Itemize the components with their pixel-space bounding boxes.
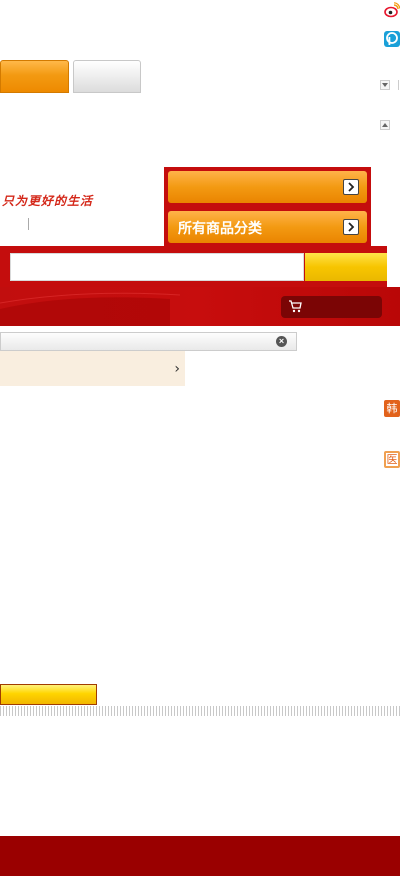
pengyou-icon[interactable] <box>384 30 400 48</box>
weibo-icon[interactable] <box>384 2 400 18</box>
dropdown-header: × <box>0 332 297 351</box>
scroll-up-icon[interactable] <box>380 120 390 130</box>
cart-button[interactable] <box>281 296 382 318</box>
category-button-top[interactable] <box>168 171 367 203</box>
close-icon[interactable]: × <box>276 336 287 347</box>
category-box-top <box>164 167 371 207</box>
chevron-right-icon: › <box>174 361 180 377</box>
search-button[interactable] <box>305 253 387 281</box>
category-box-all: 所有商品分类 <box>164 207 371 247</box>
section-divider <box>0 706 400 716</box>
dropdown-item[interactable]: › <box>0 351 185 386</box>
cart-icon <box>288 300 302 316</box>
tab-secondary[interactable] <box>73 60 141 93</box>
divider <box>398 80 399 90</box>
all-categories-button[interactable]: 所有商品分类 <box>168 211 367 243</box>
side-badge-medical[interactable]: 医 <box>384 451 400 468</box>
side-badge-korea[interactable]: 韩 <box>384 400 400 417</box>
search-input[interactable] <box>10 253 304 281</box>
chevron-right-icon <box>343 219 359 235</box>
chevron-right-icon <box>343 179 359 195</box>
all-categories-label: 所有商品分类 <box>178 221 262 237</box>
footer <box>0 836 400 876</box>
divider <box>28 218 29 230</box>
brand-slogan: 只为更好的生活 <box>2 194 94 208</box>
scroll-down-icon[interactable] <box>380 80 390 90</box>
yellow-button[interactable] <box>0 684 97 705</box>
tab-primary[interactable] <box>0 60 69 93</box>
